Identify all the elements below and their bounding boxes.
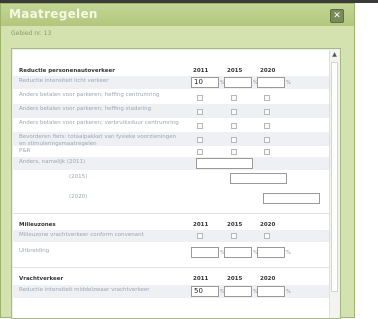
checkbox-2015[interactable] [231,233,237,239]
scrollbar-thumb[interactable] [331,62,338,292]
row-anders-2015: (2015) [13,172,331,185]
vertical-scrollbar[interactable]: ▲ [329,50,339,318]
checkbox-2015[interactable] [231,149,237,155]
row-fiets: Bevorderen fiets: totaalpakket van fysie… [13,132,331,147]
year-2015-header: 2015 [227,276,243,282]
uitbreiding-2011-input[interactable] [191,247,219,258]
anders-2011-input[interactable] [196,158,253,169]
vracht-reductie-2015-input[interactable] [224,286,252,297]
row-label: Milieuzone vrachtverkeer conform convena… [19,232,144,238]
area-number-label: Gebied nr. 13 [11,30,52,37]
vracht-reductie-2011-input[interactable]: 50 [191,286,219,297]
dialog-titlebar[interactable]: Maatregelen ✕ [1,4,354,26]
section-header-vrachtverkeer: Vrachtverkeer 2011 2015 2020 [13,274,331,284]
row-label: Reductie intensiteit licht verkeer [19,78,109,84]
row-parkeren-verbruik: Anders betalen voor parkeren; verbruiksd… [13,118,331,132]
dialog-title: Maatregelen [9,7,98,21]
row-reductie-intensiteit: Reductie intensiteit licht verkeer 10 % … [13,76,331,89]
checkbox-2015[interactable] [231,123,237,129]
reductie-intensiteit-2020-input[interactable] [257,77,285,88]
checkbox-2011[interactable] [197,109,203,115]
checkbox-2015[interactable] [231,109,237,115]
checkbox-2020[interactable] [264,137,270,143]
row-label: P&R [19,148,31,154]
row-label: Anders, namelijk (2011) [19,159,86,165]
row-label: Anders betalen voor parkeren; verbruiksd… [19,120,179,126]
checkbox-2020[interactable] [264,123,270,129]
checkbox-2020[interactable] [264,95,270,101]
section-divider [13,213,331,214]
percent-sign: % [286,80,291,86]
row-label: Uitbreiding [19,248,50,254]
measures-form-container: Reductie personenautoverkeer 2011 2015 2… [11,48,341,319]
row-label: (2015) [69,174,88,180]
row-label: (2020) [69,194,88,200]
section-title-milieuzones: Milieuzones [19,222,56,228]
row-label: Reductie intensiteit middelzwaar vrachtv… [19,287,150,293]
section-header-milieuzones: Milieuzones 2011 2015 2020 [13,220,331,230]
row-label: Anders betalen voor parkeren; heffing ce… [19,92,160,98]
year-2020-header: 2020 [260,222,276,228]
measures-form: Reductie personenautoverkeer 2011 2015 2… [13,50,331,318]
checkbox-2015[interactable] [231,95,237,101]
section-title-vrachtverkeer: Vrachtverkeer [19,276,64,282]
anders-2020-input[interactable] [263,193,320,204]
checkbox-2011[interactable] [197,95,203,101]
checkbox-2011[interactable] [197,149,203,155]
year-2020-header: 2020 [260,68,276,74]
row-uitbreiding: Uitbreiding % % % [13,246,331,259]
row-pr: P&R [13,146,331,157]
maatregelen-dialog: Maatregelen ✕ Gebied nr. 13 Reductie per… [0,3,355,319]
checkbox-2020[interactable] [264,149,270,155]
uitbreiding-2020-input[interactable] [257,247,285,258]
row-anders-2020: (2020) [13,192,331,205]
anders-2015-input[interactable] [230,173,287,184]
reductie-intensiteit-2011-input[interactable]: 10 [191,77,219,88]
checkbox-2011[interactable] [197,233,203,239]
row-label: Anders betalen voor parkeren; heffing st… [19,106,152,112]
year-2011-header: 2011 [193,222,209,228]
vracht-reductie-2020-input[interactable] [257,286,285,297]
checkbox-2020[interactable] [264,233,270,239]
section-header-reductie: Reductie personenautoverkeer 2011 2015 2… [13,66,331,76]
row-vracht-reductie: Reductie intensiteit middelzwaar vrachtv… [13,285,331,298]
checkbox-2015[interactable] [231,137,237,143]
percent-sign: % [286,289,291,295]
scroll-up-arrow-icon[interactable]: ▲ [330,50,339,59]
reductie-intensiteit-2015-input[interactable] [224,77,252,88]
row-parkeren-heffing-stad: Anders betalen voor parkeren; heffing st… [13,104,331,118]
year-2011-header: 2011 [193,276,209,282]
percent-sign: % [286,250,291,256]
checkbox-2020[interactable] [264,109,270,115]
uitbreiding-2015-input[interactable] [224,247,252,258]
close-icon[interactable]: ✕ [330,9,344,23]
year-2015-header: 2015 [227,68,243,74]
row-parkeren-heffing-centrum: Anders betalen voor parkeren; heffing ce… [13,90,331,104]
checkbox-2011[interactable] [197,137,203,143]
row-anders-2011: Anders, namelijk (2011) [13,157,331,170]
section-divider [13,267,331,268]
checkbox-2011[interactable] [197,123,203,129]
year-2011-header: 2011 [193,68,209,74]
section-title-reductie: Reductie personenautoverkeer [19,68,115,74]
row-milieuzone-vracht: Milieuzone vrachtverkeer conform convena… [13,230,331,242]
year-2020-header: 2020 [260,276,276,282]
year-2015-header: 2015 [227,222,243,228]
